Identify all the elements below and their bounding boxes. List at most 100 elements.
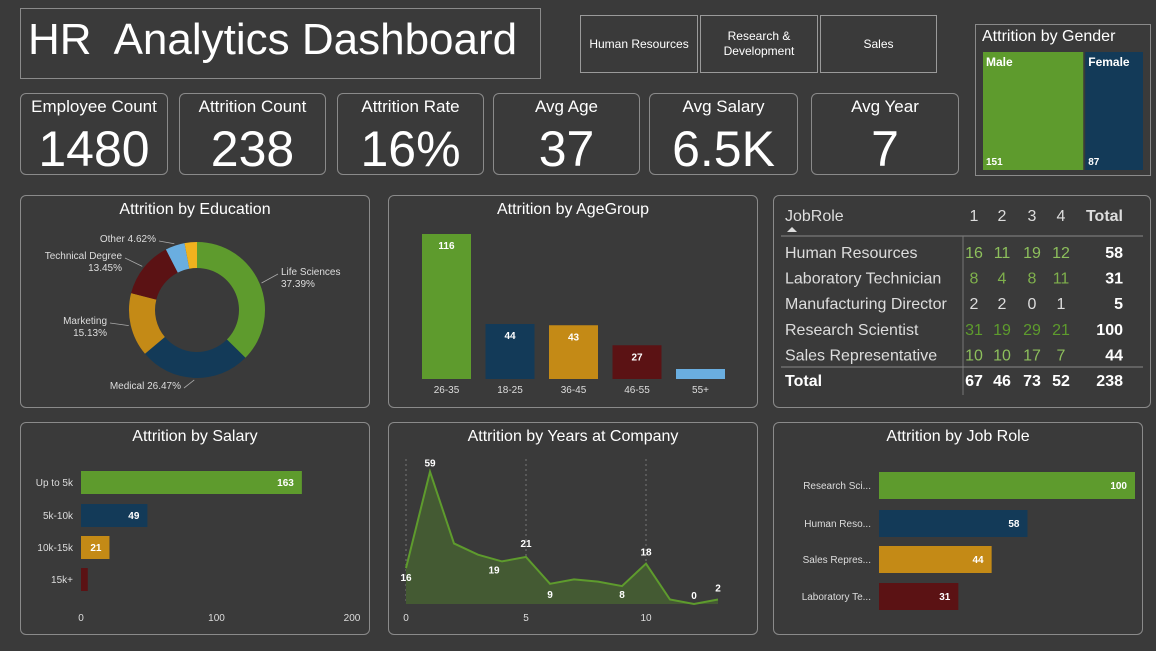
education-data-label: Medical 26.47% — [110, 381, 181, 392]
education-slice — [197, 242, 265, 358]
matrix-cell: 12 — [1052, 245, 1070, 262]
years-data-label: 18 — [640, 548, 652, 559]
agegroup-tick-label: 55+ — [692, 385, 709, 396]
gender-tile — [1085, 52, 1143, 170]
matrix-cell: 7 — [1057, 347, 1066, 364]
agegroup-data-label: 43 — [568, 332, 580, 343]
years-area-chart: 16 59 19 21 9 8 18 0 2 0 5 10 — [400, 459, 721, 624]
gender-card: Attrition by Gender Male 151 Female 87 — [975, 24, 1151, 176]
matrix-cell: 21 — [1052, 322, 1070, 339]
matrix-cell: 4 — [998, 271, 1007, 288]
agegroup-tick-label: 26-35 — [434, 385, 460, 396]
education-donut: Life Sciences37.39% Medical 26.47% Marketi… — [45, 234, 341, 392]
kpi-value: 16% — [360, 121, 461, 177]
years-data-label: 59 — [424, 459, 436, 470]
jobrole-category-label: Laboratory Te... — [802, 592, 871, 603]
matrix-column-header: 3 — [1028, 208, 1037, 225]
kpi-label: Attrition Rate — [361, 97, 460, 116]
education-data-label: 13.45% — [88, 263, 122, 274]
education-leader-line — [183, 379, 195, 389]
matrix-total-cell: 73 — [1023, 373, 1041, 390]
education-leader-line — [158, 240, 175, 245]
kpi-value: 1480 — [38, 121, 150, 177]
matrix-cell: 11 — [1053, 271, 1070, 288]
salary-category-label: 5k-10k — [43, 511, 74, 522]
jobrole-category-label: Sales Repres... — [803, 555, 871, 566]
kpi-avg-year: Avg Year 7 — [811, 93, 959, 177]
agegroup-bar-chart: 116 26-35 44 18-25 43 36-45 27 46-55 55+ — [422, 234, 725, 396]
jobrole-matrix: JobRole 1 2 3 4 TotalHuman Resources 16 11 19 12 5… — [781, 208, 1143, 395]
matrix-cell: Research Scientist — [785, 322, 919, 339]
salary-bar — [81, 471, 302, 494]
matrix-column-header: 1 — [970, 208, 979, 225]
matrix-cell: 2 — [970, 296, 979, 313]
years-card: Attrition by Years at Company 16 59 19 21 9 8… — [388, 422, 758, 635]
jobrole-data-label: 31 — [939, 592, 951, 603]
matrix-column-header: Total — [1086, 208, 1123, 225]
salary-category-label: Up to 5k — [36, 478, 74, 489]
matrix-total-cell: 238 — [1096, 373, 1123, 390]
dashboard-title: HR Analytics Dashboard — [28, 15, 518, 64]
jobrole-bar-chart: Research Sci... 100 Human Reso... 58 Sales R… — [802, 472, 1135, 610]
years-data-label: 19 — [488, 565, 500, 576]
matrix-cell: 29 — [1023, 322, 1041, 339]
matrix-cell: 31 — [965, 322, 983, 339]
salary-data-label: 163 — [277, 478, 294, 489]
matrix-cell: 8 — [1028, 271, 1037, 288]
gender-treemap: Male 151 Female 87 — [983, 52, 1143, 170]
years-data-label: 21 — [520, 539, 532, 550]
years-data-label: 8 — [619, 590, 625, 601]
kpi-label: Avg Salary — [682, 97, 765, 116]
matrix-column-header: 2 — [998, 208, 1007, 225]
education-data-label: Life Sciences — [281, 267, 340, 278]
matrix-total-cell: 52 — [1052, 373, 1070, 390]
salary-x-tick: 100 — [208, 613, 225, 624]
salary-data-label: 21 — [90, 543, 102, 554]
slicer-sales[interactable]: Sales — [820, 15, 937, 73]
education-data-label: Other 4.62% — [100, 234, 156, 245]
agegroup-tick-label: 18-25 — [497, 385, 523, 396]
slicer-human-resources[interactable]: Human Resources — [580, 15, 698, 73]
matrix-cell: 11 — [994, 245, 1011, 262]
education-card: Attrition by Education Life Sciences 37.3… — [20, 195, 370, 408]
matrix-cell: 19 — [993, 322, 1011, 339]
kpi-value: 238 — [210, 121, 295, 177]
years-x-tick: 10 — [640, 613, 652, 624]
agegroup-bar — [676, 369, 725, 379]
matrix-total-cell: 46 — [993, 373, 1011, 390]
kpi-label: Employee Count — [31, 97, 157, 116]
salary-x-tick: 200 — [344, 613, 361, 624]
gender-tile-value: 87 — [1088, 157, 1100, 168]
years-x-tick: 5 — [523, 613, 529, 624]
matrix-cell: 1 — [1057, 296, 1066, 313]
matrix-cell: Manufacturing Director — [785, 296, 948, 313]
matrix-cell: 10 — [993, 347, 1011, 364]
jobrole-bar — [879, 472, 1135, 499]
matrix-column-header: 4 — [1057, 208, 1066, 225]
matrix-cell: 58 — [1105, 245, 1123, 262]
matrix-cell: 31 — [1105, 271, 1123, 288]
kpi-attrition-count: Attrition Count 238 — [179, 93, 326, 177]
kpi-avg-age: Avg Age 37 — [493, 93, 640, 177]
kpi-label: Avg Year — [851, 97, 919, 116]
gender-tile-label: Male — [986, 55, 1013, 69]
matrix-total-cell: 67 — [965, 373, 983, 390]
matrix-cell: 5 — [1114, 296, 1123, 313]
kpi-value: 37 — [538, 121, 595, 177]
matrix-column-header: JobRole — [785, 208, 844, 225]
salary-card: Attrition by Salary Up to 5k 163 5k-10k 49 1… — [20, 422, 370, 635]
jobrole-data-label: 58 — [1008, 519, 1020, 530]
education-data-label: 37.39% — [281, 279, 315, 290]
matrix-cell: 8 — [970, 271, 979, 288]
slicer-research-development[interactable]: Research & Development — [700, 15, 818, 73]
salary-data-label: 49 — [128, 511, 140, 522]
matrix-cell: Human Resources — [785, 245, 918, 262]
agegroup-tick-label: 36-45 — [561, 385, 587, 396]
kpi-value: 7 — [871, 121, 899, 177]
salary-category-label: 15k+ — [51, 575, 73, 586]
years-data-label: 0 — [691, 591, 697, 602]
agegroup-bar — [422, 234, 471, 379]
education-data-label: Technical Degree — [45, 251, 123, 262]
agegroup-tick-label: 46-55 — [624, 385, 650, 396]
jobrole-bar — [879, 510, 1028, 537]
